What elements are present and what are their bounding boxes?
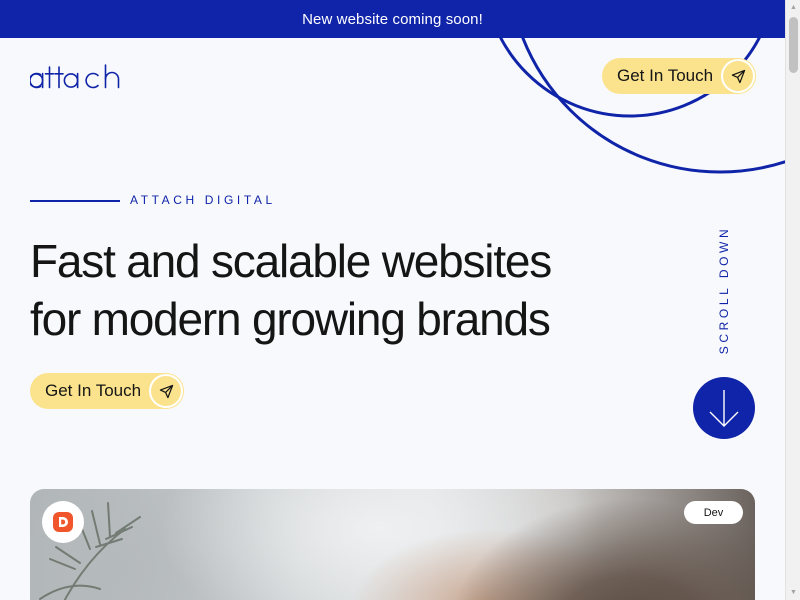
scroll-thumb[interactable] — [789, 17, 798, 73]
header-cta-label: Get In Touch — [617, 66, 714, 85]
hero-cta-label: Get In Touch — [45, 381, 142, 400]
eyebrow-line — [30, 200, 120, 202]
hero-get-in-touch-button[interactable]: Get In Touch — [30, 373, 184, 409]
arrow-down-icon — [709, 390, 739, 427]
hero-headline-line-1: Fast and scalable websites — [30, 235, 552, 287]
scroll-down-arrow-icon[interactable]: ▼ — [786, 585, 800, 600]
logo[interactable]: attach — [30, 60, 132, 94]
hero-image: Dev — [30, 489, 755, 600]
scroll-up-arrow-icon[interactable]: ▲ — [786, 0, 800, 15]
brand-badge[interactable] — [42, 501, 84, 543]
eyebrow-text: ATTACH DIGITAL — [130, 193, 276, 207]
header-get-in-touch-button[interactable]: Get In Touch — [602, 58, 756, 94]
hero-headline-line-2: for modern growing brands — [30, 293, 551, 345]
scrollbar[interactable]: ▲ ▼ — [785, 0, 800, 600]
send-icon — [721, 59, 755, 93]
scroll-down-label: SCROLL DOWN — [717, 225, 731, 355]
category-tag[interactable]: Dev — [684, 501, 743, 524]
scroll-down-button[interactable] — [693, 377, 755, 439]
hero-headline: Fast and scalable websites for modern gr… — [30, 232, 670, 348]
send-icon — [149, 374, 183, 408]
announcement-bar: New website coming soon! — [0, 0, 785, 38]
announcement-text: New website coming soon! — [302, 10, 483, 28]
d-logo-icon — [53, 512, 73, 532]
